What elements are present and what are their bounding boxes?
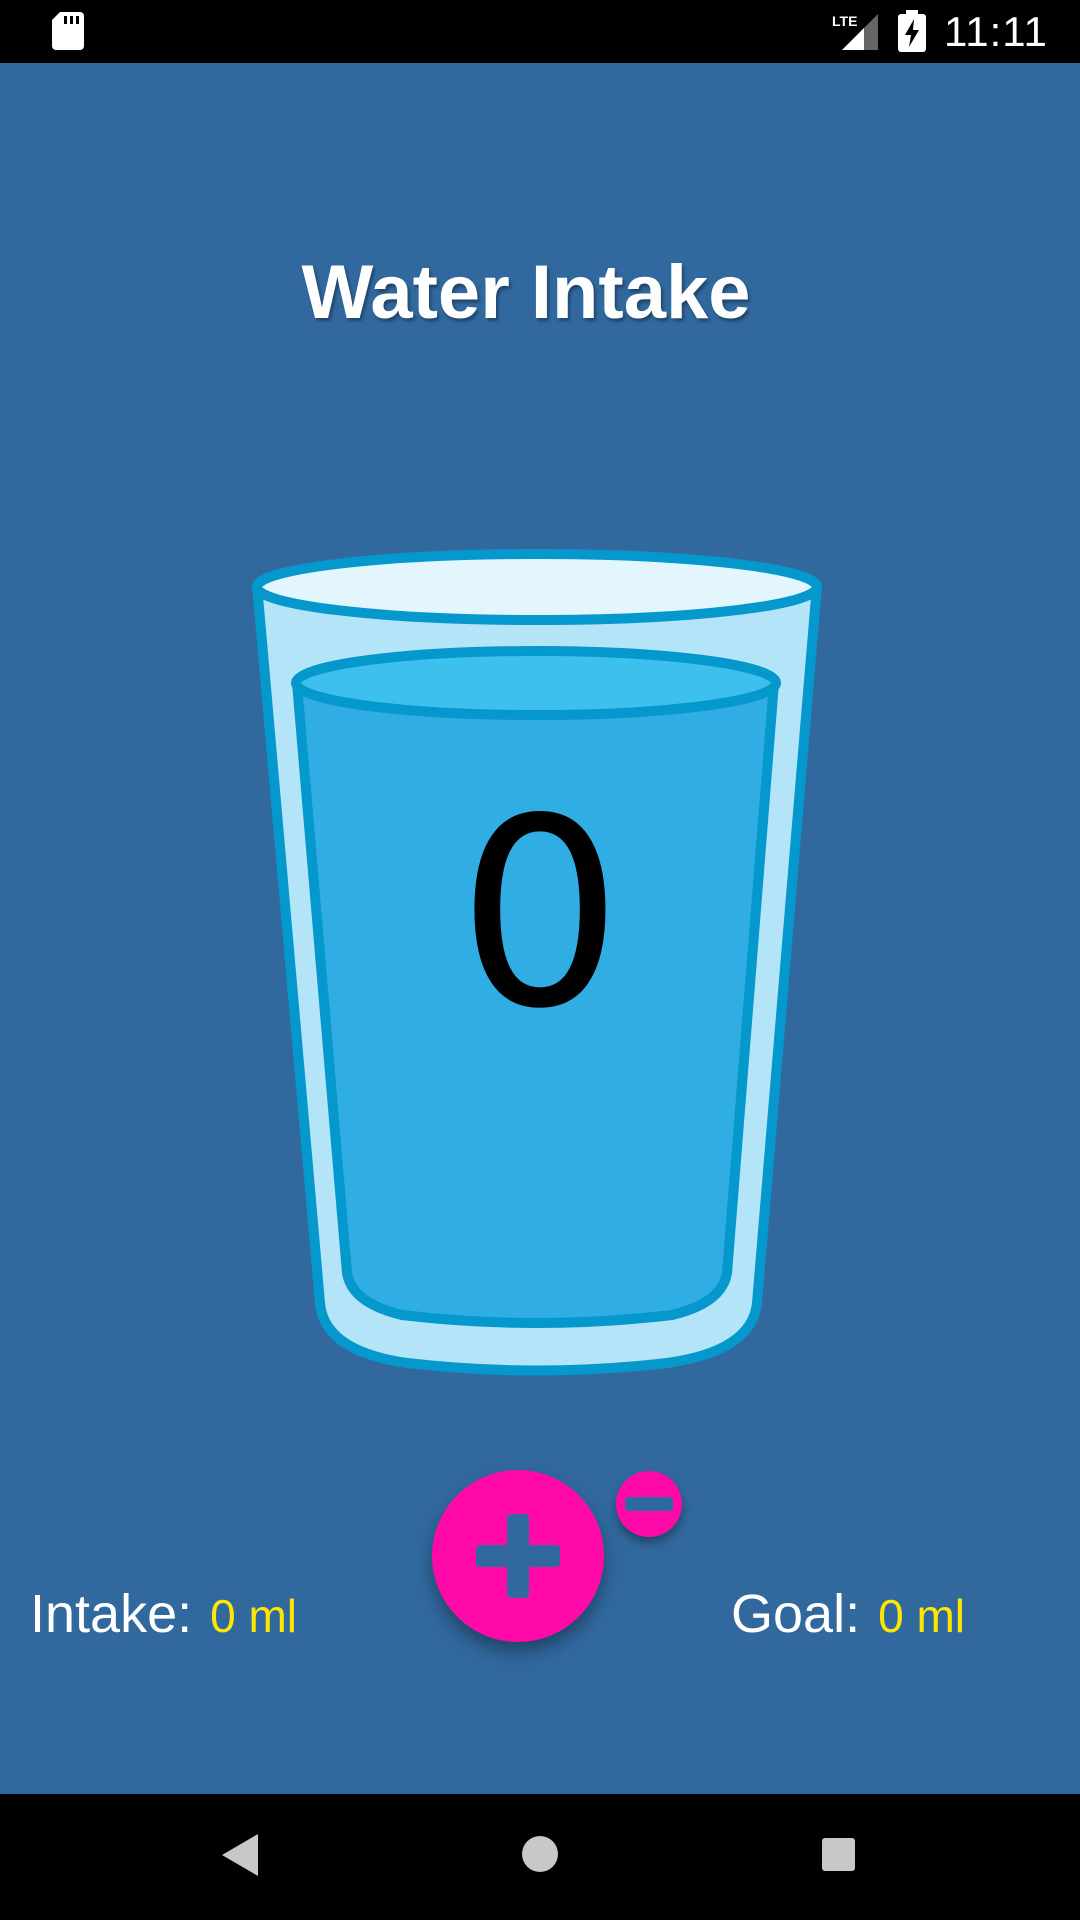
sd-card-icon [52, 12, 84, 50]
network-label: LTE [832, 13, 857, 29]
intake-value: 0 ml [210, 1590, 298, 1642]
lte-signal-icon: LTE [832, 13, 878, 50]
plus-icon [476, 1514, 560, 1598]
back-icon[interactable] [222, 1834, 258, 1876]
minus-icon [625, 1497, 673, 1511]
goal-label: Goal: [731, 1584, 861, 1644]
recents-icon[interactable] [822, 1838, 855, 1871]
status-bar: LTE 11:11 [0, 0, 1080, 63]
glass-count: 0 [457, 764, 623, 1066]
intake-label: Intake: [30, 1584, 193, 1644]
status-time: 11:11 [944, 8, 1048, 55]
app-content: Water Intake 0 Intake: 0 ml Goal: 0 ml [0, 63, 1080, 1794]
goal-summary: Goal: 0 ml [731, 1583, 965, 1645]
goal-value: 0 ml [878, 1590, 965, 1642]
screen: LTE 11:11 Water Intake 0 Intake: 0 ml Go… [0, 0, 1080, 1920]
remove-water-button[interactable] [616, 1471, 682, 1537]
home-icon[interactable] [522, 1836, 558, 1872]
add-water-button[interactable] [432, 1470, 604, 1642]
page-title: Water Intake [301, 250, 751, 335]
intake-summary: Intake: 0 ml [30, 1583, 297, 1645]
battery-charging-icon [898, 10, 926, 52]
navigation-bar [0, 1794, 1080, 1920]
